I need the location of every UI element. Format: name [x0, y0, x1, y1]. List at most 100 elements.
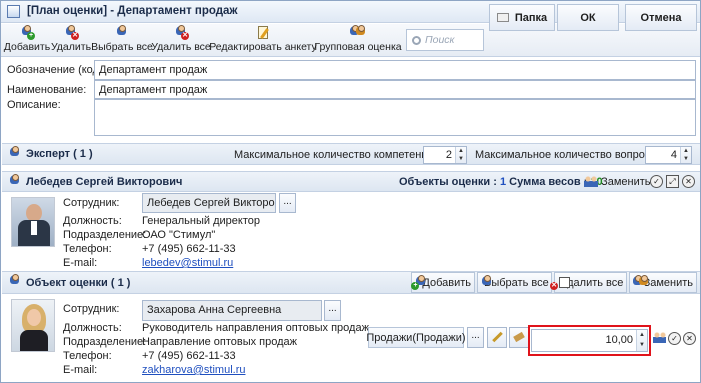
expert-avatar — [11, 197, 55, 247]
weight-spinner[interactable]: 10,00 ▲ ▼ — [531, 329, 648, 352]
search-icon — [412, 35, 421, 45]
object-department-label: Подразделение: — [63, 336, 147, 348]
object-row-replace-button[interactable] — [653, 332, 666, 346]
objects-value: 1 — [499, 176, 507, 188]
object-remove-all-label: Удалить все — [561, 276, 624, 289]
expert-position-value: Генеральный директор — [142, 215, 260, 227]
object-position-value: Руководитель направления оптовых продаж — [142, 322, 369, 334]
object-employee-field[interactable]: Захарова Анна Сергеевна — [142, 300, 322, 321]
add-user-icon: + — [411, 274, 425, 290]
add-button[interactable]: + Добавить — [3, 25, 51, 55]
expert-department-label: Подразделение: — [63, 229, 147, 241]
expert-section-title: Эксперт ( 1 ) — [26, 148, 93, 160]
group-eval-label: Групповая оценка — [314, 41, 402, 53]
max-questions-spinner[interactable]: 4 ▲ ▼ — [645, 146, 692, 164]
object-icon — [8, 274, 22, 289]
max-competencies-label: Максимальное количество компетенций : — [234, 149, 446, 161]
cancel-button[interactable]: Отмена — [625, 4, 697, 31]
description-field[interactable] — [94, 99, 696, 136]
search-placeholder: Поиск — [425, 34, 455, 46]
object-email-link[interactable]: zakharova@stimul.ru — [142, 364, 245, 376]
select-all-label: Выбрать все — [91, 41, 153, 53]
remove-all-button[interactable]: ✕ Удалить все — [151, 25, 211, 55]
object-employee-label: Сотрудник: — [63, 303, 120, 315]
object-add-button[interactable]: + Добавить — [411, 272, 475, 293]
object-employee-browse-button[interactable]: ... — [324, 300, 341, 321]
remove-label: Удалить — [50, 41, 92, 53]
replace-users-icon — [584, 176, 598, 187]
expert-position-label: Должность: — [63, 215, 122, 227]
expert-check-icon[interactable]: ✓ — [650, 175, 663, 188]
max-questions-value: 4 — [670, 149, 677, 161]
expert-employee-browse-button[interactable]: ... — [279, 193, 296, 213]
folder-button[interactable]: Папка — [489, 4, 555, 31]
object-add-label: Добавить — [422, 276, 471, 289]
group-eval-button[interactable]: Групповая оценка — [314, 25, 402, 55]
expert-summary: Объекты оценки : 1 Сумма весов : 10 — [399, 176, 603, 188]
expert-phone-label: Телефон: — [63, 243, 112, 255]
expert-fullscreen-icon[interactable]: ⤢ — [666, 175, 679, 188]
object-form-browse-button[interactable]: ... — [467, 327, 484, 348]
folder-label: Папка — [514, 11, 548, 24]
edit-pencil-button[interactable] — [487, 327, 507, 348]
edit-form-label: Редактировать анкету — [209, 41, 317, 53]
object-phone-value: +7 (495) 662-11-33 — [142, 350, 236, 362]
object-position-label: Должность: — [63, 322, 122, 334]
spinner-arrows-icon[interactable]: ▲ ▼ — [680, 147, 691, 163]
app-icon — [7, 5, 20, 18]
expert-employee-field[interactable]: Лебедев Сергей Викторович — [142, 193, 276, 213]
object-remove-all-button[interactable]: ✕ Удалить все — [550, 272, 627, 293]
expert-name: Лебедев Сергей Викторович — [26, 176, 183, 188]
replace-users-icon — [653, 332, 666, 343]
object-replace-label: Заменить — [643, 276, 693, 289]
main-window: [План оценки] - Департамент продаж ▭ ✕ +… — [0, 0, 701, 383]
object-check-icon[interactable]: ✓ — [668, 332, 681, 345]
object-select-all-label: Выбрать все — [484, 276, 549, 289]
expert-employee-label: Сотрудник: — [63, 197, 120, 209]
eraser-icon — [513, 331, 525, 343]
add-user-icon: + — [19, 25, 35, 40]
object-section-title: Объект оценки ( 1 ) — [26, 277, 131, 289]
edit-form-icon — [255, 26, 271, 40]
code-label: Обозначение (код): — [7, 64, 106, 76]
description-label: Описание: — [7, 99, 61, 111]
pencil-icon — [491, 331, 503, 343]
select-users-icon — [114, 25, 130, 40]
object-department-value: Направление оптовых продаж — [142, 336, 298, 348]
object-form-button[interactable]: Продажи(Продажи) — [366, 327, 466, 348]
folder-icon — [496, 13, 509, 22]
objects-label: Объекты оценки : — [399, 176, 497, 188]
ok-button[interactable]: ОК — [557, 4, 619, 31]
expert-person-icon — [8, 174, 22, 189]
edit-form-button[interactable]: Редактировать анкету — [209, 26, 317, 55]
clear-eraser-button[interactable] — [509, 327, 529, 348]
object-avatar — [11, 299, 55, 352]
object-phone-label: Телефон: — [63, 350, 112, 362]
expert-phone-value: +7 (495) 662-11-33 — [142, 243, 236, 255]
max-questions-label: Максимальное количество вопросов : — [475, 149, 669, 161]
code-field[interactable]: Департамент продаж — [94, 60, 696, 80]
spinner-arrows-icon[interactable]: ▲ ▼ — [636, 330, 647, 351]
group-users-icon — [350, 25, 366, 40]
max-competencies-spinner[interactable]: 2 ▲ ▼ — [423, 146, 467, 164]
remove-button[interactable]: ✕ Удалить — [50, 25, 92, 55]
expert-replace-button[interactable]: Заменить — [584, 176, 651, 188]
spinner-arrows-icon[interactable]: ▲ ▼ — [455, 147, 466, 163]
object-replace-button[interactable]: Заменить — [629, 272, 697, 293]
object-close-icon[interactable]: ✕ — [683, 332, 696, 345]
remove-all-users-icon: ✕ — [173, 25, 189, 40]
expert-department-value: ОАО "Стимул" — [142, 229, 216, 241]
object-email-label: E-mail: — [63, 364, 98, 376]
expert-email-link[interactable]: lebedev@stimul.ru — [142, 257, 233, 269]
add-label: Добавить — [3, 41, 51, 53]
name-field[interactable]: Департамент продаж — [94, 80, 696, 99]
expert-close-icon[interactable]: ✕ — [682, 175, 695, 188]
search-input[interactable]: Поиск — [406, 29, 484, 51]
expert-icon — [8, 146, 22, 161]
weights-label: Сумма весов : — [509, 176, 588, 188]
select-all-button[interactable]: Выбрать все — [91, 25, 153, 55]
expert-email-label: E-mail: — [63, 257, 98, 269]
expert-replace-label: Заменить — [601, 176, 651, 188]
object-select-all-button[interactable]: Выбрать все — [477, 272, 552, 293]
max-competencies-value: 2 — [445, 149, 452, 161]
